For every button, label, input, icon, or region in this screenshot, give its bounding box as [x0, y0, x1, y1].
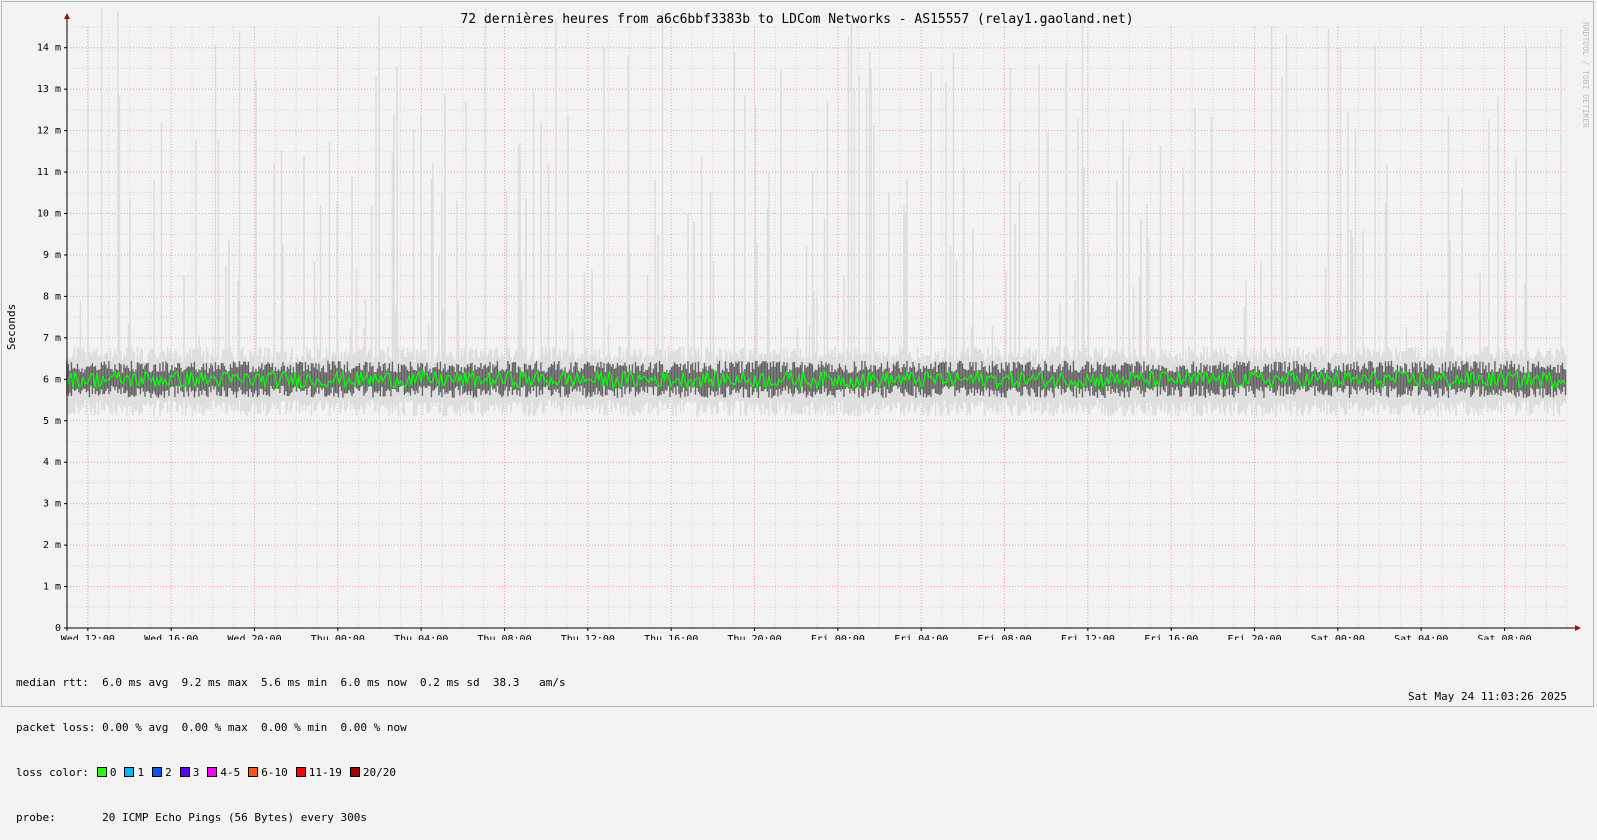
x-tick-labels: Wed 12:00 Wed 16:00 Wed 20:00 Thu 00:00 Thu …	[61, 628, 1532, 640]
y-tick-labels: 0 1 m 2 m 3 m 4 m 5 m 6 m 7 m 8 m 9 m 10 m 11 m 12 m…	[37, 43, 67, 634]
loss-color-swatch	[207, 767, 218, 777]
x-tick-label: Thu 08:00	[477, 634, 531, 640]
loss-color-swatches: 0 1 2 3 4-5 6-10 11-19 20/20	[89, 766, 396, 779]
rrdtool-watermark: RRDTOOL / TOBI OETIKER	[1581, 22, 1590, 128]
x-tick-label: Fri 08:00	[977, 634, 1031, 640]
x-tick-label: Thu 12:00	[561, 634, 615, 640]
loss-color-label: 6-10	[261, 766, 288, 779]
x-tick-label: Fri 00:00	[811, 634, 865, 640]
loss-color-label: 4-5	[220, 766, 241, 779]
loss-color-swatch	[96, 767, 107, 777]
loss-color-label: 20/20	[362, 766, 396, 779]
y-tick-label: 1 m	[43, 582, 61, 593]
packet-loss-stats: packet loss: 0.00 % avg 0.00 % max 0.00 …	[16, 721, 407, 734]
x-tick-label: Fri 16:00	[1144, 634, 1198, 640]
x-tick-label: Fri 20:00	[1227, 634, 1281, 640]
latency-chart: 0 1 m 2 m 3 m 4 m 5 m 6 m 7 m 8 m 9 m 10 m 11 m 12 m…	[5, 7, 1590, 640]
x-tick-label: Thu 16:00	[644, 634, 698, 640]
legend-block: median rtt: 6.0 ms avg 9.2 ms max 5.6 ms…	[16, 645, 566, 840]
x-tick-label: Sat 04:00	[1394, 634, 1448, 640]
x-axis-arrow	[1575, 625, 1581, 631]
loss-color-swatch	[248, 767, 259, 777]
y-tick-label: 10 m	[37, 209, 61, 220]
y-tick-label: 5 m	[43, 416, 61, 427]
loss-color-swatch	[179, 767, 190, 777]
probe-value: 20 ICMP Echo Pings (56 Bytes) every 300s	[102, 811, 368, 824]
x-tick-label: Fri 12:00	[1061, 634, 1115, 640]
x-tick-label: Fri 04:00	[894, 634, 948, 640]
x-tick-label: Sat 00:00	[1311, 634, 1365, 640]
x-tick-label: Thu 00:00	[311, 634, 365, 640]
y-tick-label: 4 m	[43, 457, 61, 468]
y-axis-label: Seconds	[5, 304, 18, 350]
loss-color-legend: loss color: 0 1 2 3 4-5 6-10 11-19 20/20	[16, 765, 566, 780]
loss-color-label: 3	[192, 766, 200, 779]
y-tick-label: 6 m	[43, 374, 61, 385]
y-tick-label: 3 m	[43, 499, 61, 510]
x-tick-label: Sat 08:00	[1477, 634, 1531, 640]
loss-color-swatch	[349, 767, 360, 777]
chart-axes	[64, 13, 1581, 631]
chart-title: 72 dernières heures from a6c6bbf3383b to…	[460, 12, 1133, 27]
y-tick-label: 9 m	[43, 250, 61, 261]
x-tick-label: Thu 04:00	[394, 634, 448, 640]
loss-color-swatch	[295, 767, 306, 777]
loss-color-label: 2	[165, 766, 172, 779]
y-tick-label: 2 m	[43, 540, 61, 551]
chart-smoke	[66, 7, 1567, 417]
graph-timestamp: Sat May 24 11:03:26 2025	[1408, 690, 1567, 703]
loss-color-swatch	[124, 767, 135, 777]
y-tick-label: 13 m	[37, 84, 61, 95]
loss-color-label: loss color:	[16, 766, 89, 779]
x-tick-label: Wed 20:00	[227, 634, 281, 640]
loss-color-swatch	[152, 767, 163, 777]
x-tick-label: Wed 16:00	[144, 634, 198, 640]
y-tick-label: 0	[55, 623, 61, 634]
median-rtt-stats: median rtt: 6.0 ms avg 9.2 ms max 5.6 ms…	[16, 676, 566, 689]
loss-color-label: 0	[109, 766, 117, 779]
probe-label: probe:	[16, 811, 56, 824]
y-tick-label: 11 m	[37, 167, 61, 178]
y-axis-arrow	[64, 13, 70, 19]
y-tick-label: 14 m	[37, 43, 61, 54]
y-tick-label: 8 m	[43, 291, 61, 302]
y-tick-label: 12 m	[37, 126, 61, 137]
y-tick-label: 7 m	[43, 333, 61, 344]
x-tick-label: Thu 20:00	[727, 634, 781, 640]
loss-color-label: 1	[137, 766, 145, 779]
probe-info: probe: 20 ICMP Echo Pings (56 Bytes) eve…	[16, 810, 566, 825]
x-tick-label: Wed 12:00	[61, 634, 115, 640]
loss-color-label: 11-19	[308, 766, 342, 779]
